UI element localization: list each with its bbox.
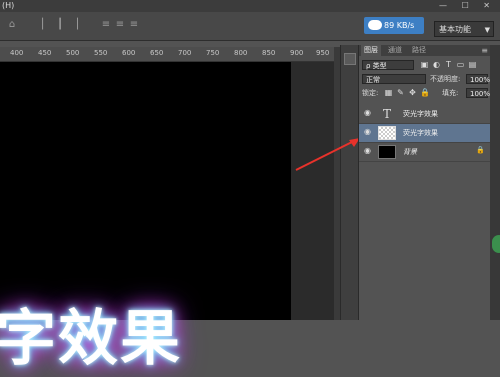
lock-label: 锁定: bbox=[362, 89, 379, 97]
ruler-tick: 450 bbox=[38, 49, 52, 57]
filter-pixel-icon[interactable]: ▣ bbox=[420, 60, 429, 69]
filter-kind-select[interactable]: ρ 类型 bbox=[362, 60, 414, 70]
ruler-tick: 700 bbox=[178, 49, 192, 57]
ruler-tick: 600 bbox=[122, 49, 136, 57]
align-right-icon[interactable]: ▕ bbox=[68, 18, 80, 32]
layer-row[interactable]: ◉ 背景 🔒 bbox=[359, 143, 491, 162]
network-speed: 89 KB/s bbox=[384, 21, 415, 30]
network-speed-badge: 89 KB/s bbox=[364, 17, 424, 34]
lock-paint-icon[interactable]: ✎ bbox=[396, 88, 405, 97]
ruler-tick: 950 bbox=[316, 49, 330, 57]
align-center-icon[interactable]: ┃ bbox=[54, 18, 66, 32]
filter-kind-label: ρ 类型 bbox=[366, 62, 387, 70]
lock-all-icon[interactable]: 🔒 bbox=[420, 88, 430, 97]
cloud-icon bbox=[368, 20, 382, 30]
right-scrollbar[interactable] bbox=[490, 45, 500, 320]
panel-tabs: 图层 通道 路径 ≡ bbox=[359, 45, 491, 56]
layer-name: 荧光字效果 bbox=[403, 110, 438, 118]
ruler-tick: 800 bbox=[234, 49, 248, 57]
distribute-bottom-icon[interactable]: ≡ bbox=[128, 18, 140, 32]
distribute-middle-icon[interactable]: ≡ bbox=[114, 18, 126, 32]
ruler-tick: 500 bbox=[66, 49, 80, 57]
layer-row[interactable]: ◉ T 荧光字效果 bbox=[359, 105, 491, 124]
filter-smart-icon[interactable]: ▤ bbox=[468, 60, 477, 69]
transparent-layer-thumb bbox=[378, 126, 396, 140]
visibility-eye-icon[interactable]: ◉ bbox=[364, 108, 371, 117]
blend-mode-label: 正常 bbox=[366, 76, 380, 84]
ruler-tick: 850 bbox=[262, 49, 276, 57]
lock-icon: 🔒 bbox=[476, 146, 485, 154]
distribute-top-icon[interactable]: ≡ bbox=[100, 18, 112, 32]
workspace-switcher[interactable]: 基本功能 ▼ bbox=[434, 21, 494, 37]
home-icon[interactable]: ⌂ bbox=[6, 18, 18, 32]
visibility-eye-icon[interactable]: ◉ bbox=[364, 127, 371, 136]
menu-help[interactable]: (H) bbox=[0, 0, 14, 12]
blend-row: 正常 不透明度: 100% bbox=[362, 73, 490, 85]
layer-name: 荧光字效果 bbox=[403, 129, 438, 137]
layers-panel: 图层 通道 路径 ≡ ρ 类型 ▣ ◐ T ▭ ▤ 正常 不透明度: 100% … bbox=[358, 45, 491, 320]
ruler-tick: 400 bbox=[10, 49, 24, 57]
collapsed-panel-dock bbox=[340, 45, 359, 320]
fill-input[interactable]: 100% bbox=[466, 88, 490, 98]
ruler-tick: 550 bbox=[94, 49, 108, 57]
horizontal-ruler: 400 450 500 550 600 650 700 750 800 850 … bbox=[0, 47, 334, 62]
tab-layers[interactable]: 图层 bbox=[361, 45, 381, 56]
opacity-input[interactable]: 100% bbox=[466, 74, 490, 84]
window-controls[interactable]: — ☐ ✕ bbox=[439, 0, 496, 12]
layer-name: 背景 bbox=[403, 148, 417, 156]
ruler-tick: 650 bbox=[150, 49, 164, 57]
floating-widget[interactable] bbox=[492, 235, 500, 253]
tab-channels[interactable]: 通道 bbox=[385, 45, 405, 56]
layer-row-selected[interactable]: ◉ 荧光字效果 bbox=[359, 124, 491, 143]
lock-row: 锁定: ▦ ✎ ✥ 🔒 填充: 100% bbox=[362, 87, 490, 99]
tab-paths[interactable]: 路径 bbox=[409, 45, 429, 56]
background-layer-thumb bbox=[378, 145, 396, 159]
visibility-eye-icon[interactable]: ◉ bbox=[364, 146, 371, 155]
chevron-down-icon: ▼ bbox=[484, 26, 490, 34]
filter-text-icon[interactable]: T bbox=[444, 60, 453, 69]
filter-shape-icon[interactable]: ▭ bbox=[456, 60, 465, 69]
text-layer-thumb: T bbox=[382, 107, 391, 121]
panel-menu-icon[interactable]: ≡ bbox=[481, 45, 488, 56]
opacity-label: 不透明度: bbox=[430, 75, 461, 83]
filter-adjust-icon[interactable]: ◐ bbox=[432, 60, 441, 69]
fill-label: 填充: bbox=[442, 89, 459, 97]
blend-mode-select[interactable]: 正常 bbox=[362, 74, 426, 84]
workspace-label: 基本功能 bbox=[439, 25, 471, 34]
ruler-tick: 900 bbox=[290, 49, 304, 57]
layer-filter-row: ρ 类型 ▣ ◐ T ▭ ▤ bbox=[362, 59, 488, 71]
menu-bar: (H) — ☐ ✕ bbox=[0, 0, 500, 12]
lock-transparent-icon[interactable]: ▦ bbox=[384, 88, 393, 97]
document-canvas[interactable]: 字效果 bbox=[0, 62, 291, 374]
align-left-icon[interactable]: ▏ bbox=[40, 18, 52, 32]
panel-icon[interactable] bbox=[344, 53, 356, 65]
ruler-tick: 750 bbox=[206, 49, 220, 57]
neon-text: 字效果 bbox=[0, 304, 182, 374]
lock-move-icon[interactable]: ✥ bbox=[408, 88, 417, 97]
options-bar: ⌂ ▏ ┃ ▕ ≡ ≡ ≡ 89 KB/s bbox=[0, 12, 500, 41]
